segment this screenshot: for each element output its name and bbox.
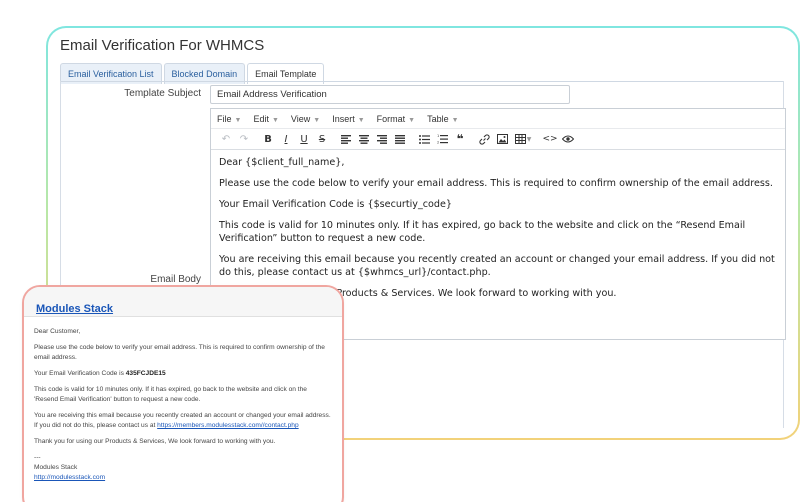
link-icon[interactable] [475,130,493,148]
email-body-label: Email Body [150,274,201,285]
editor-paragraph: This code is valid for 10 minutes only. … [219,220,746,244]
undo-icon[interactable]: ↶ [217,130,235,148]
strikethrough-icon[interactable]: S [313,130,331,148]
bold-icon[interactable]: B [259,130,277,148]
redo-icon[interactable]: ↷ [235,130,253,148]
svg-text:1: 1 [437,134,439,138]
editor-paragraph: Please use the code below to verify your… [219,178,773,189]
contact-link[interactable]: https://members.modulesstack.com//contac… [157,422,298,429]
menu-view[interactable]: View ▼ [291,114,320,124]
menu-table-label: Table [427,113,449,124]
page-title: Email Verification For WHMCS [60,37,265,54]
editor-toolbar: ↶ ↷ B I U S 1 2 ❝ ▼ <> [211,129,785,150]
editor-paragraph: Your Email Verification Code is {$securt… [219,199,453,210]
align-justify-icon[interactable] [391,130,409,148]
chevron-down-icon: ▼ [234,116,242,124]
signature-link[interactable]: http://modulesstack.com [34,474,105,481]
preview-code-line: Your Email Verification Code is 435FCJDE… [34,369,332,379]
numbered-list-icon[interactable]: 12 [433,130,451,148]
preview-paragraph: You are receiving this email because you… [34,411,332,431]
menu-edit[interactable]: Edit ▼ [253,114,278,124]
preview-paragraph: This code is valid for 10 minutes only. … [34,386,307,403]
preview-greeting: Dear Customer, [34,328,81,335]
menu-table[interactable]: Table ▼ [427,114,458,124]
svg-text:2: 2 [437,141,439,145]
email-preview-card: Modules Stack Dear Customer, Please use … [22,285,344,502]
editor-paragraph: Dear {$client_full_name}, [219,157,345,168]
chevron-down-icon: ▼ [357,116,365,124]
chevron-down-icon: ▼ [408,116,416,124]
menu-file[interactable]: File ▼ [217,114,241,124]
table-icon[interactable]: ▼ [511,130,535,148]
chevron-down-icon: ▼ [271,116,279,124]
chevron-down-icon: ▼ [313,116,321,124]
menu-file-label: File [217,113,232,124]
italic-icon[interactable]: I [277,130,295,148]
preview-paragraph: Thank you for using our Products & Servi… [34,438,276,445]
template-subject-input[interactable]: Email Address Verification [210,85,570,104]
email-preview-header: Modules Stack [24,287,342,317]
align-center-icon[interactable] [355,130,373,148]
align-left-icon[interactable] [337,130,355,148]
menu-format[interactable]: Format ▼ [377,114,415,124]
image-icon[interactable] [493,130,511,148]
preview-paragraph: Please use the code below to verify your… [34,344,325,361]
menu-view-label: View [290,113,311,124]
align-right-icon[interactable] [373,130,391,148]
preview-icon[interactable] [559,130,577,148]
signature-name: Modules Stack [34,464,78,471]
template-subject-label: Template Subject [124,88,201,99]
code-icon[interactable]: <> [541,130,559,148]
editor-paragraph: You are receiving this email because you… [219,254,775,278]
menu-insert[interactable]: Insert ▼ [332,114,364,124]
underline-icon[interactable]: U [295,130,313,148]
brand-link[interactable]: Modules Stack [36,303,113,315]
menu-insert-label: Insert [332,113,355,124]
menu-format-label: Format [376,113,406,124]
blockquote-icon[interactable]: ❝ [451,130,469,148]
menu-edit-label: Edit [253,113,269,124]
bullet-list-icon[interactable] [415,130,433,148]
verification-code: 435FCJDE15 [125,370,166,377]
editor-menubar: File ▼ Edit ▼ View ▼ Insert ▼ Format ▼ Table ▼ [211,109,785,129]
preview-code-prefix: Your Email Verification Code is [34,370,126,377]
chevron-down-icon: ▼ [451,116,459,124]
email-preview-body: Dear Customer, Please use the code below… [24,317,342,483]
signature-dash: --- [34,454,41,461]
